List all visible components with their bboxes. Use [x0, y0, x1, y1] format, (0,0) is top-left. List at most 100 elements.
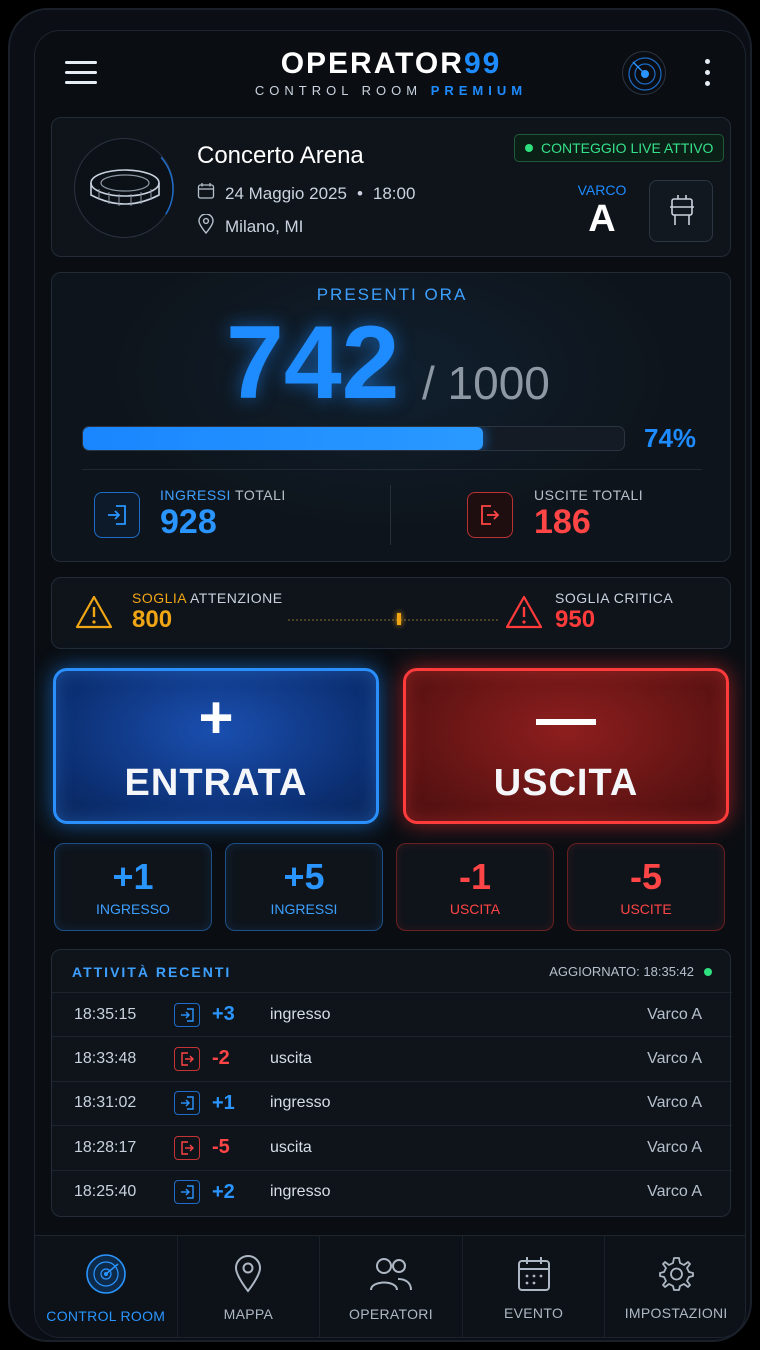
quick-label: INGRESSO — [96, 901, 170, 917]
device-frame: OPERATOR99 CONTROL ROOM PREMIUM Concerto… — [8, 8, 752, 1342]
activity-time: 18:25:40 — [74, 1183, 137, 1201]
occupancy-progress-bar — [82, 426, 625, 451]
occupancy-panel: PRESENTI ORA 742 / 1000 74% INGRESSI TOT… — [51, 272, 731, 562]
warning-threshold: SOGLIA ATTENZIONE 800 — [132, 590, 283, 634]
nav-label: IMPOSTAZIONI — [624, 1304, 728, 1321]
activity-type: uscita — [270, 1138, 312, 1156]
warning-label: ATTENZIONE — [189, 590, 283, 606]
more-vertical-icon[interactable] — [697, 57, 717, 89]
updated-timestamp: AGGIORNATO: 18:35:42 — [549, 964, 694, 979]
divider — [390, 485, 391, 545]
activity-row: 18:31:02 +1 ingresso Varco A — [52, 1080, 732, 1125]
live-dot-icon — [525, 144, 533, 152]
nav-control-room[interactable]: CONTROL ROOM — [35, 1236, 177, 1337]
critical-value: 950 — [555, 606, 596, 633]
map-pin-icon — [233, 1254, 263, 1298]
recent-activity-panel: ATTIVITÀ RECENTI AGGIORNATO: 18:35:42 18… — [51, 949, 732, 1217]
activity-type: ingresso — [270, 1183, 331, 1201]
warning-label-hl: SOGLIA — [132, 590, 187, 606]
warning-triangle-icon — [74, 594, 114, 634]
entry-icon — [174, 1002, 200, 1027]
exits-label: USCITE TOTALI — [534, 487, 644, 503]
entries-label: TOTALI — [235, 487, 286, 503]
exit-button[interactable]: — USCITA — [403, 668, 729, 824]
entries-total: 928 — [160, 503, 217, 541]
event-datetime: 24 Maggio 2025 • 18:00 — [197, 182, 415, 205]
quick-label: INGRESSI — [270, 901, 338, 917]
entry-button[interactable]: + ENTRATA — [53, 668, 379, 824]
nav-impostazioni[interactable]: IMPOSTAZIONI — [604, 1236, 745, 1337]
hamburger-icon[interactable] — [65, 61, 97, 85]
quick-value: +5 — [283, 856, 325, 897]
activity-delta: -5 — [212, 1136, 230, 1159]
nav-operatori[interactable]: OPERATORI — [319, 1236, 462, 1337]
event-name: Concerto Arena — [197, 142, 364, 169]
activity-time: 18:28:17 — [74, 1138, 137, 1156]
entries-label-hl: INGRESSI — [160, 487, 231, 503]
occupancy-progress-fill — [83, 427, 484, 450]
activity-row: 18:25:40 +2 ingresso Varco A — [52, 1169, 732, 1214]
entries-stat: INGRESSI TOTALI 928 — [160, 487, 286, 542]
quick-plus-1-button[interactable]: +1 INGRESSO — [54, 843, 212, 931]
exits-total: 186 — [534, 503, 591, 541]
bottom-nav: CONTROL ROOM MAPPA OPERATORI EVENTO IMPO… — [35, 1235, 745, 1337]
activity-row: 18:28:17 -5 uscita Varco A — [52, 1125, 732, 1169]
logo-sub-accent: PREMIUM — [430, 83, 528, 98]
gate-value: A — [588, 198, 616, 240]
divider — [82, 469, 702, 470]
critical-threshold: SOGLIA CRITICA 950 — [555, 590, 673, 634]
quick-plus-5-button[interactable]: +5 INGRESSI — [225, 843, 383, 931]
minus-icon: — — [536, 683, 596, 751]
activity-row: 18:35:15 +3 ingresso Varco A — [52, 992, 732, 1036]
capacity-value: / 1000 — [422, 357, 550, 409]
dot-separator: • — [356, 183, 363, 203]
activity-type: ingresso — [270, 1094, 331, 1112]
exit-icon — [174, 1046, 200, 1071]
event-location-row: Milano, MI — [197, 213, 304, 239]
activity-gate: Varco A — [647, 1183, 702, 1201]
activity-gate: Varco A — [647, 1005, 702, 1023]
logo-main-text: OPERATOR — [280, 47, 464, 80]
nav-evento[interactable]: EVENTO — [461, 1236, 605, 1337]
logo-sub-text: CONTROL ROOM — [254, 83, 423, 98]
logo-accent-text: 99 — [463, 47, 502, 80]
event-location: Milano, MI — [225, 216, 304, 236]
current-attendance: 742 — [226, 305, 400, 421]
threshold-scale — [288, 619, 498, 621]
plus-icon: + — [198, 683, 234, 751]
quick-value: -1 — [458, 856, 491, 897]
exit-icon — [174, 1135, 200, 1160]
calendar-icon — [516, 1255, 552, 1297]
exits-stat: USCITE TOTALI 186 — [534, 487, 643, 542]
quick-minus-5-button[interactable]: -5 USCITE — [567, 843, 725, 931]
live-badge-label: CONTEGGIO LIVE ATTIVO — [541, 140, 714, 156]
app-screen: OPERATOR99 CONTROL ROOM PREMIUM Concerto… — [34, 30, 746, 1338]
activity-gate: Varco A — [647, 1138, 702, 1156]
entry-button-label: ENTRATA — [124, 761, 308, 804]
users-icon — [368, 1254, 414, 1298]
stadium-icon — [74, 138, 174, 238]
exit-icon — [467, 492, 513, 538]
radar-icon — [84, 1252, 128, 1300]
activity-title: ATTIVITÀ RECENTI — [72, 964, 232, 980]
activity-gate: Varco A — [647, 1049, 702, 1067]
activity-time: 18:35:15 — [74, 1005, 137, 1023]
app-logo: OPERATOR99 CONTROL ROOM PREMIUM — [215, 47, 567, 98]
turnstile-icon[interactable] — [649, 180, 713, 242]
threshold-marker — [397, 613, 401, 625]
calendar-icon — [197, 182, 215, 205]
critical-label: SOGLIA CRITICA — [555, 590, 674, 606]
critical-triangle-icon — [504, 594, 544, 634]
nav-mappa[interactable]: MAPPA — [176, 1236, 320, 1337]
activity-gate: Varco A — [647, 1094, 702, 1112]
radar-icon[interactable] — [622, 51, 666, 95]
quick-label: USCITE — [620, 901, 672, 917]
event-date: 24 Maggio 2025 — [225, 183, 347, 203]
activity-delta: +3 — [212, 1003, 235, 1025]
quick-minus-1-button[interactable]: -1 USCITA — [396, 843, 554, 931]
entry-icon — [94, 492, 140, 538]
quick-value: +1 — [112, 856, 154, 897]
occupancy-percent: 74% — [644, 423, 697, 453]
live-dot-icon — [704, 967, 712, 976]
live-status-badge: CONTEGGIO LIVE ATTIVO — [514, 134, 725, 162]
